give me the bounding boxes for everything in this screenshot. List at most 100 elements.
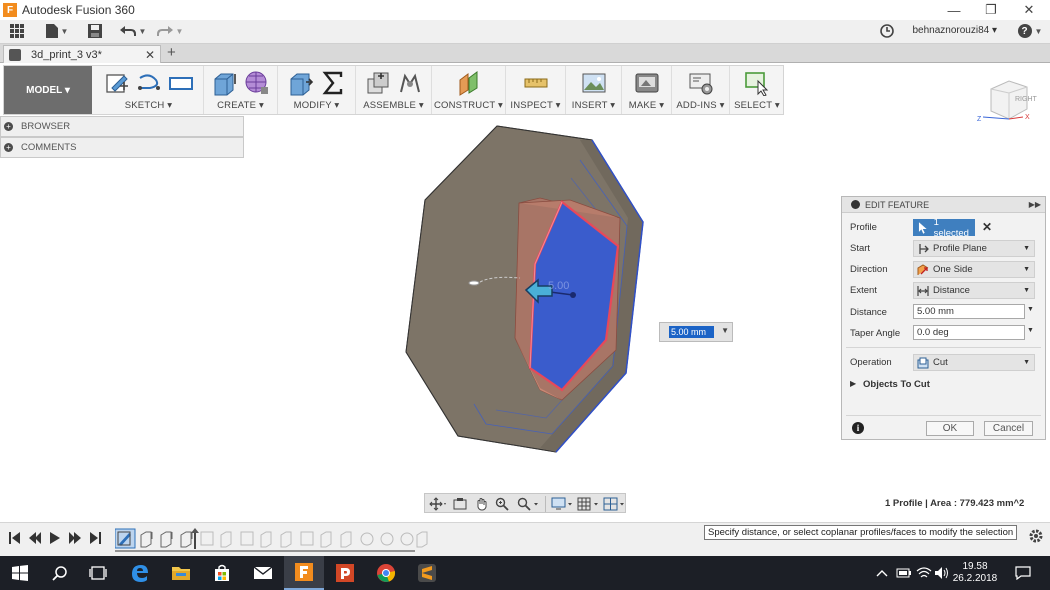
assemble-menu[interactable]: ASSEMBLE ▾: [356, 100, 431, 111]
minimize-button[interactable]: —: [935, 0, 973, 20]
select-menu[interactable]: SELECT ▾: [730, 100, 784, 111]
restore-button[interactable]: ❐: [972, 0, 1010, 20]
ok-button[interactable]: OK: [926, 421, 974, 436]
create-sketch-icon[interactable]: [104, 70, 130, 96]
mail-icon[interactable]: [243, 556, 283, 590]
chevron-down-icon[interactable]: ▼: [1027, 327, 1034, 334]
toolbar-ribbon: MODEL ▾ SKETCH ▾ CREATE ▾ MODIFY ▾ ASSEM…: [3, 65, 784, 115]
task-view-icon[interactable]: [78, 556, 118, 590]
battery-icon[interactable]: [896, 567, 912, 579]
start-label: Start: [850, 243, 871, 254]
sublime-text-icon[interactable]: [407, 556, 447, 590]
fit-zoom-icon[interactable]: [517, 497, 539, 511]
cut-operation-icon: [917, 357, 929, 368]
save-icon[interactable]: [86, 20, 104, 42]
start-windows-icon[interactable]: [0, 556, 40, 590]
line-tool-icon[interactable]: [136, 70, 162, 96]
workspace-switcher[interactable]: MODEL ▾: [4, 66, 92, 114]
show-hidden-icons-chevron-icon[interactable]: [876, 568, 888, 578]
joint-icon[interactable]: [397, 70, 423, 96]
edge-browser-icon[interactable]: [120, 556, 160, 590]
inspect-menu[interactable]: INSPECT ▾: [506, 100, 565, 111]
taskbar-clock[interactable]: 19.58 26.2.2018: [950, 561, 1000, 585]
step-back-icon[interactable]: [28, 531, 42, 545]
expand-dialog-icon[interactable]: ▶▶: [1029, 200, 1041, 209]
insert-image-icon[interactable]: [581, 70, 607, 96]
grid-settings-icon[interactable]: [577, 497, 599, 511]
expand-triangle-icon[interactable]: ▶: [850, 379, 856, 388]
clear-selection-icon[interactable]: ✕: [982, 220, 992, 234]
direction-dropdown[interactable]: One Side ▼: [913, 261, 1035, 278]
browser-panel[interactable]: + BROWSER: [0, 116, 244, 137]
chevron-down-icon[interactable]: ▼: [1027, 306, 1034, 313]
info-icon[interactable]: i: [852, 422, 864, 434]
expand-plus-icon[interactable]: +: [4, 122, 13, 131]
wifi-icon[interactable]: [916, 566, 932, 580]
insert-menu[interactable]: INSERT ▾: [566, 100, 621, 111]
play-icon[interactable]: [48, 531, 62, 545]
distance-input[interactable]: [913, 304, 1025, 319]
redo-icon[interactable]: ▼: [155, 20, 185, 42]
timeline-settings-gear-icon[interactable]: [1028, 528, 1044, 544]
make-menu[interactable]: MAKE ▾: [622, 100, 671, 111]
cancel-button[interactable]: Cancel: [984, 421, 1033, 436]
job-status-clock-icon[interactable]: [878, 20, 896, 42]
go-to-start-icon[interactable]: [8, 531, 22, 545]
floating-distance-input[interactable]: 5.00 mm: [669, 326, 714, 338]
display-settings-icon[interactable]: [551, 497, 573, 511]
close-tab-icon[interactable]: ✕: [145, 48, 155, 62]
viewcube[interactable]: RIGHT Z X: [975, 75, 1041, 125]
zoom-icon[interactable]: [495, 497, 509, 511]
close-window-button[interactable]: ✕: [1010, 0, 1048, 20]
undo-icon[interactable]: ▼: [118, 20, 148, 42]
construct-menu[interactable]: CONSTRUCT ▾: [432, 100, 505, 111]
new-component-icon[interactable]: [365, 70, 391, 96]
taper-angle-input[interactable]: [913, 325, 1025, 340]
new-tab-button[interactable]: +: [167, 44, 176, 61]
chrome-icon[interactable]: [366, 556, 406, 590]
store-icon[interactable]: [202, 556, 242, 590]
step-forward-icon[interactable]: [68, 531, 82, 545]
document-tab[interactable]: 3d_print_3 v3* ✕: [3, 45, 161, 63]
select-icon[interactable]: [744, 70, 770, 96]
fusion360-taskbar-icon[interactable]: [284, 556, 324, 590]
collapse-icon[interactable]: [851, 200, 860, 209]
volume-icon[interactable]: [934, 566, 950, 580]
create-form-icon[interactable]: [244, 70, 270, 96]
file-menu-icon[interactable]: ▼: [44, 20, 70, 42]
3d-model-viewport[interactable]: 5.00: [380, 118, 680, 458]
modify-menu[interactable]: MODIFY ▾: [278, 100, 355, 111]
measure-icon[interactable]: [523, 70, 549, 96]
viewports-icon[interactable]: [603, 497, 625, 511]
scripts-addins-icon[interactable]: [688, 70, 714, 96]
chevron-down-icon[interactable]: ▼: [721, 326, 729, 335]
press-pull-icon[interactable]: [288, 70, 314, 96]
create-menu[interactable]: CREATE ▾: [204, 100, 277, 111]
go-to-end-icon[interactable]: [88, 531, 102, 545]
look-at-icon[interactable]: [453, 497, 467, 511]
sigma-parameters-icon[interactable]: [320, 70, 346, 96]
data-panel-grid-icon[interactable]: [8, 20, 26, 42]
orbit-move-icon[interactable]: [429, 497, 447, 511]
help-icon[interactable]: ? ▼: [1016, 20, 1044, 42]
start-dropdown[interactable]: Profile Plane ▼: [913, 240, 1035, 257]
objects-to-cut-row[interactable]: ▶ Objects To Cut: [842, 376, 1045, 394]
comments-panel[interactable]: + COMMENTS: [0, 137, 244, 158]
file-explorer-icon[interactable]: [161, 556, 201, 590]
3d-print-icon[interactable]: [634, 70, 660, 96]
expand-plus-icon[interactable]: +: [4, 143, 13, 152]
offset-plane-icon[interactable]: [456, 70, 482, 96]
addins-menu[interactable]: ADD-INS ▾: [672, 100, 729, 111]
extrude-icon[interactable]: [212, 70, 238, 96]
operation-dropdown[interactable]: Cut ▼: [913, 354, 1035, 371]
profile-selection-button[interactable]: 1 selected: [913, 217, 975, 239]
search-icon[interactable]: [40, 556, 80, 590]
extent-dropdown[interactable]: Distance ▼: [913, 282, 1035, 299]
user-account-menu[interactable]: behnaznorouzi84 ▾: [912, 25, 997, 36]
powerpoint-icon[interactable]: [325, 556, 365, 590]
sketch-menu[interactable]: SKETCH ▾: [94, 100, 203, 111]
timeline-features[interactable]: [115, 527, 431, 553]
pan-hand-icon[interactable]: [475, 497, 489, 511]
action-center-icon[interactable]: [1015, 566, 1031, 580]
rectangle-tool-icon[interactable]: [168, 70, 194, 96]
